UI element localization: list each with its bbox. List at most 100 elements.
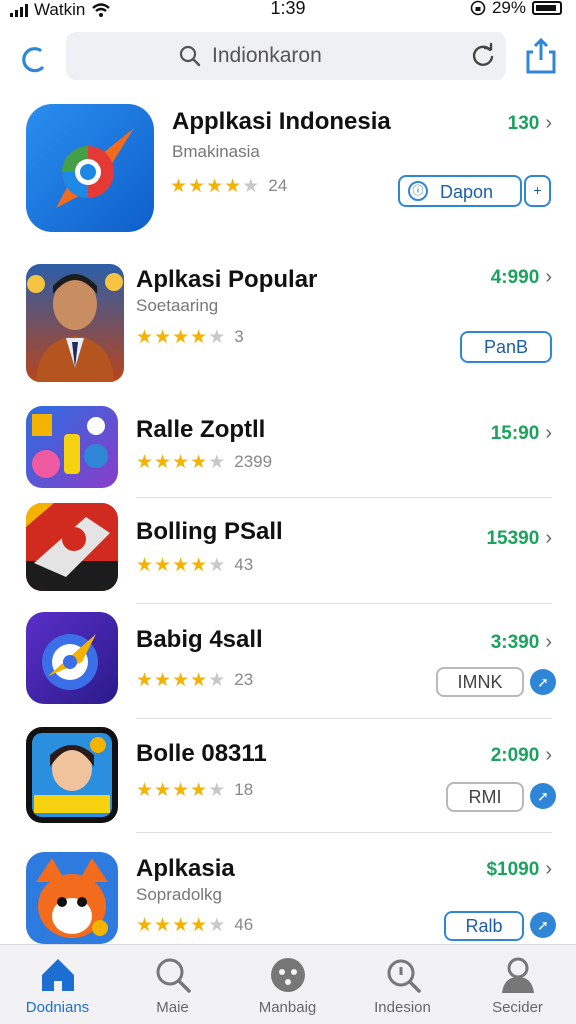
price-label[interactable]: 130 › bbox=[508, 112, 552, 135]
chevron-right-icon: › bbox=[545, 858, 552, 880]
star-icon: ★ bbox=[172, 669, 190, 691]
app-icon[interactable] bbox=[26, 852, 118, 944]
price-value: 130 bbox=[507, 112, 540, 134]
app-title: Aplkasia bbox=[136, 855, 235, 882]
app-title: Applkasi Indonesia bbox=[172, 108, 391, 135]
price-label[interactable]: 2:090 › bbox=[491, 744, 552, 767]
app-title: Aplkasi Popular bbox=[136, 266, 318, 293]
tab-label: Dodnians bbox=[25, 999, 90, 1016]
star-icon: ★ bbox=[208, 326, 226, 348]
star-icon: ★ bbox=[190, 326, 208, 348]
price-label[interactable]: 3:390 › bbox=[491, 631, 552, 654]
star-icon: ★ bbox=[136, 779, 154, 801]
share-icon[interactable] bbox=[524, 36, 558, 76]
rocket-logo-icon bbox=[42, 634, 98, 690]
rating-count: 2399 bbox=[234, 452, 273, 471]
star-icon: ★ bbox=[154, 914, 172, 936]
rating-count: 23 bbox=[234, 670, 254, 689]
star-icon: ★ bbox=[190, 779, 208, 801]
star-icon: ★ bbox=[154, 779, 172, 801]
star-icon: ★ bbox=[136, 914, 154, 936]
price-label[interactable]: $1090 › bbox=[486, 858, 552, 881]
star-icon: ★ bbox=[172, 326, 190, 348]
chevron-right-icon: › bbox=[545, 112, 552, 134]
download-button[interactable]: ➚ bbox=[530, 912, 556, 938]
star-icon: ★ bbox=[188, 175, 206, 197]
star-rating: ★ ★ ★ ★ ★ 18 bbox=[136, 780, 253, 800]
app-title: Babig 4sall bbox=[136, 626, 263, 653]
app-icon[interactable] bbox=[26, 727, 118, 823]
search-input[interactable]: Indionkaron bbox=[212, 44, 322, 68]
star-rating: ★ ★ ★ ★ ★ 3 bbox=[136, 327, 244, 347]
star-rating: ★ ★ ★ ★ ★ 46 bbox=[136, 915, 253, 935]
app-subtitle: Soetaaring bbox=[136, 296, 219, 315]
app-icon[interactable] bbox=[26, 503, 118, 591]
info-icon: ⓘ bbox=[408, 181, 428, 201]
star-icon: ★ bbox=[136, 669, 154, 691]
chevron-right-icon: › bbox=[545, 631, 552, 653]
star-icon: ★ bbox=[206, 175, 224, 197]
app-title: Ralle Zoptll bbox=[136, 416, 266, 443]
get-button[interactable]: IMNK bbox=[436, 667, 524, 697]
star-icon: ★ bbox=[242, 175, 260, 197]
star-icon: ★ bbox=[208, 554, 226, 576]
get-button[interactable]: ⓘ Dapon bbox=[398, 175, 522, 207]
app-title: Bolle 08311 bbox=[136, 740, 267, 767]
tab-home[interactable]: Dodnians bbox=[0, 945, 115, 1024]
rating-count: 3 bbox=[234, 327, 244, 346]
star-icon: ★ bbox=[154, 326, 172, 348]
price-label[interactable]: 4:990 › bbox=[491, 266, 552, 289]
star-icon: ★ bbox=[154, 451, 172, 473]
battery-percent: 29% bbox=[491, 0, 526, 17]
search-icon bbox=[179, 45, 201, 67]
download-button[interactable]: ➚ bbox=[530, 783, 556, 809]
divider bbox=[136, 497, 552, 498]
app-icon[interactable] bbox=[26, 612, 118, 704]
tab-search[interactable]: Maie bbox=[115, 945, 230, 1024]
back-icon[interactable] bbox=[14, 40, 54, 80]
app-title: Bolling PSall bbox=[136, 518, 283, 545]
tab-games[interactable]: Manbaig bbox=[230, 945, 345, 1024]
price-value: $1090 bbox=[486, 858, 540, 880]
chevron-right-icon: › bbox=[545, 744, 552, 766]
tab-profile[interactable]: Secider bbox=[460, 945, 575, 1024]
tab-discover[interactable]: Indesion bbox=[345, 945, 460, 1024]
get-button[interactable]: PanB bbox=[460, 331, 552, 363]
toys-logo-icon bbox=[32, 414, 108, 478]
compass-logo-icon bbox=[56, 128, 134, 208]
star-rating: ★ ★ ★ ★ ★ 2399 bbox=[136, 452, 272, 472]
refresh-icon[interactable] bbox=[470, 42, 496, 68]
star-icon: ★ bbox=[172, 451, 190, 473]
rating-count: 24 bbox=[268, 176, 288, 195]
star-rating: ★ ★ ★ ★ ★ 24 bbox=[170, 176, 287, 196]
home-icon bbox=[42, 959, 74, 991]
app-icon[interactable] bbox=[26, 104, 154, 232]
get-button[interactable]: Ralb bbox=[444, 911, 524, 941]
star-icon: ★ bbox=[154, 554, 172, 576]
star-icon: ★ bbox=[170, 175, 188, 197]
rating-count: 18 bbox=[234, 780, 254, 799]
price-label[interactable]: 15:90 › bbox=[491, 422, 552, 445]
download-button[interactable]: ➚ bbox=[530, 669, 556, 695]
price-value: 4:990 bbox=[490, 266, 540, 288]
star-icon: ★ bbox=[208, 669, 226, 691]
app-subtitle: Bmakinasia bbox=[172, 142, 260, 161]
rating-count: 46 bbox=[234, 915, 254, 934]
star-icon: ★ bbox=[154, 669, 172, 691]
person-portrait-icon bbox=[27, 273, 123, 382]
chevron-right-icon: › bbox=[545, 422, 552, 444]
tab-label: Indesion bbox=[374, 999, 431, 1016]
app-icon[interactable] bbox=[26, 264, 124, 382]
star-icon: ★ bbox=[172, 779, 190, 801]
rating-count: 43 bbox=[234, 555, 254, 574]
price-label[interactable]: 15390 › bbox=[486, 527, 552, 550]
more-button[interactable]: + bbox=[524, 175, 551, 207]
star-icon: ★ bbox=[136, 326, 154, 348]
search-field[interactable]: Indionkaron bbox=[66, 32, 506, 80]
app-icon[interactable] bbox=[26, 406, 118, 488]
get-button[interactable]: RMI bbox=[446, 782, 524, 812]
divider bbox=[136, 832, 552, 833]
star-icon: ★ bbox=[136, 554, 154, 576]
character-logo-icon bbox=[32, 733, 112, 817]
battery-icon bbox=[532, 1, 562, 15]
